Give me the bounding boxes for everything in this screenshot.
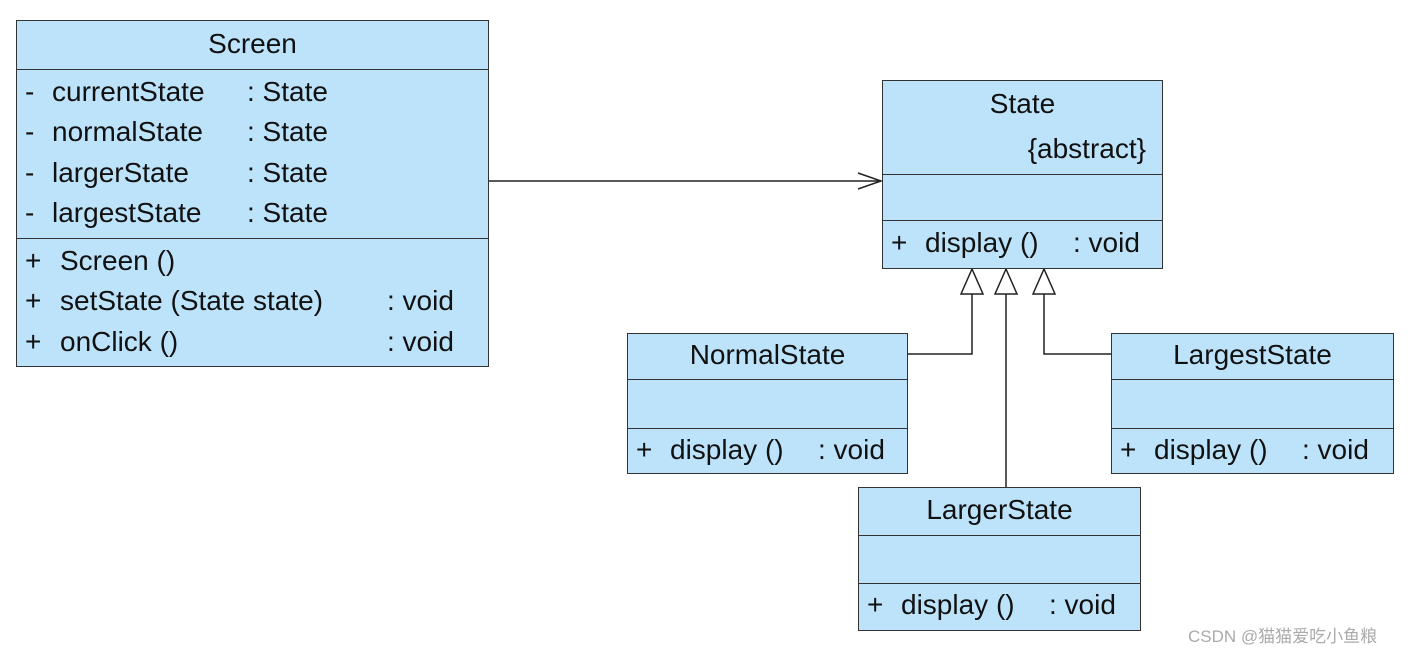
- methods-section: + display () : void: [628, 428, 907, 473]
- attr-vis: -: [25, 116, 35, 147]
- class-screen: Screen - currentState : State - normalSt…: [16, 20, 489, 367]
- inheritance-triangle-icon: [959, 267, 985, 295]
- methods-section: + display () : void: [1112, 428, 1393, 473]
- inheritance-triangle-icon: [993, 267, 1019, 295]
- method-vis: +: [867, 589, 884, 620]
- method-vis: +: [25, 245, 42, 276]
- method-name: setState (State state): [60, 285, 324, 316]
- class-name: NormalState: [689, 339, 846, 370]
- class-name: State: [989, 88, 1056, 119]
- attr-name: currentState: [52, 76, 205, 107]
- class-state: State {abstract} + display () : void: [882, 80, 1163, 269]
- attr-vis: -: [25, 157, 35, 188]
- class-header: NormalState: [628, 334, 907, 379]
- method-name: onClick (): [60, 326, 179, 357]
- class-header: Screen: [17, 21, 488, 69]
- attributes-section: - currentState : State - normalState : S…: [17, 69, 488, 238]
- class-header: LargerState: [859, 488, 1140, 535]
- attr-type: : State: [247, 197, 328, 228]
- inheritance-triangle-icon: [1031, 267, 1057, 295]
- method-type: : void: [1302, 434, 1369, 465]
- attr-name: normalState: [52, 116, 203, 147]
- class-name: LargerState: [926, 494, 1073, 525]
- attr-type: : State: [247, 116, 328, 147]
- attr-type: : State: [247, 76, 328, 107]
- class-normal-state: NormalState + display () : void: [627, 333, 908, 474]
- attr-vis: -: [25, 76, 35, 107]
- class-name: Screen: [208, 28, 297, 59]
- methods-section: + display () : void: [883, 220, 1162, 268]
- class-stereotype: {abstract}: [1027, 133, 1146, 164]
- method-name: display (): [1154, 434, 1268, 465]
- method-name: display (): [901, 589, 1015, 620]
- attr-type: : State: [247, 157, 328, 188]
- method-type: : void: [387, 326, 454, 357]
- watermark: CSDN @猫猫爱吃小鱼粮: [1188, 627, 1378, 646]
- class-name: LargestState: [1173, 339, 1332, 370]
- attributes-section: [1112, 379, 1393, 428]
- attributes-section: [883, 174, 1162, 220]
- method-type: : void: [1073, 227, 1140, 258]
- method-type: : void: [818, 434, 885, 465]
- generalization-normal-line: [907, 294, 973, 355]
- method-name: display (): [670, 434, 784, 465]
- class-header: LargestState: [1112, 334, 1393, 379]
- method-vis: +: [891, 227, 908, 258]
- class-larger-state: LargerState + display () : void: [858, 487, 1141, 631]
- method-type: : void: [1049, 589, 1116, 620]
- attributes-section: [859, 535, 1140, 583]
- attr-name: largerState: [52, 157, 189, 188]
- methods-section: + Screen () + setState (State state) : v…: [17, 238, 488, 366]
- method-type: : void: [387, 285, 454, 316]
- method-vis: +: [25, 326, 42, 357]
- method-vis: +: [25, 285, 42, 316]
- method-name: Screen (): [60, 245, 176, 276]
- attributes-section: [628, 379, 907, 428]
- class-header: State {abstract}: [883, 81, 1162, 174]
- attr-name: largestState: [52, 197, 202, 228]
- methods-section: + display () : void: [859, 583, 1140, 630]
- method-name: display (): [925, 227, 1039, 258]
- generalization-largest-line: [1043, 294, 1111, 355]
- method-vis: +: [1120, 434, 1137, 465]
- method-vis: +: [636, 434, 653, 465]
- class-largest-state: LargestState + display () : void: [1111, 333, 1394, 474]
- attr-vis: -: [25, 197, 35, 228]
